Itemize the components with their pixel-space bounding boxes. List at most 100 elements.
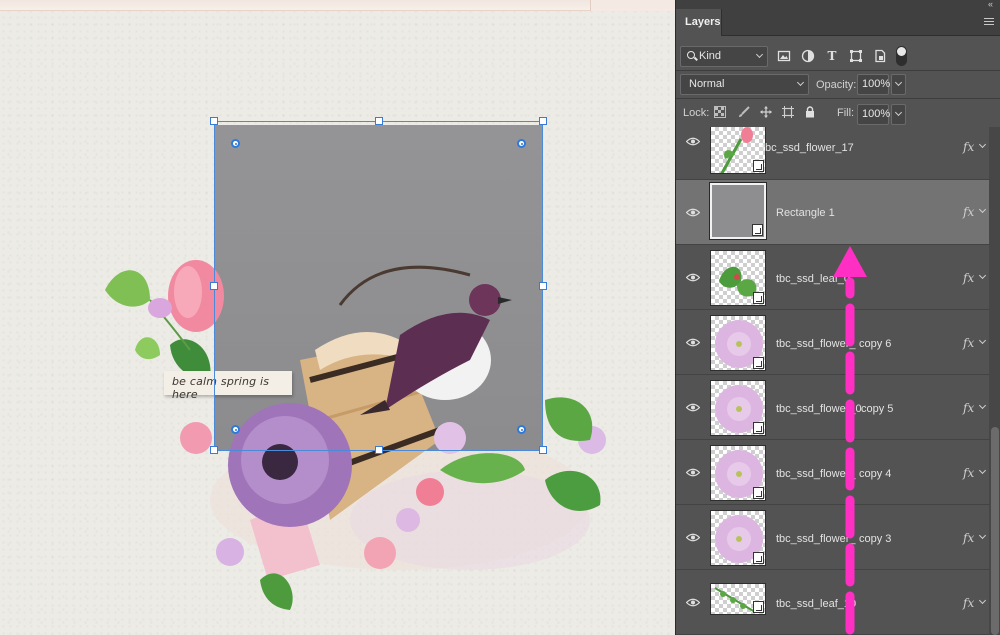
transform-handle-top-right[interactable]	[539, 117, 547, 125]
layer-thumbnail	[710, 445, 766, 501]
layer-name-suffix: copy 3	[859, 533, 892, 545]
chevron-down-icon[interactable]	[978, 205, 987, 214]
type-filter-icon[interactable]: T	[825, 49, 839, 63]
opacity-dropdown[interactable]	[891, 74, 906, 95]
transform-handle-bottom-center[interactable]	[375, 446, 383, 454]
chevron-down-icon[interactable]	[978, 466, 987, 475]
lock-all-icon[interactable]	[803, 106, 817, 120]
chevron-down-icon[interactable]	[978, 140, 987, 149]
layer-filter-row: Kind T	[676, 44, 1000, 70]
layer-effects-icon[interactable]: fx	[963, 596, 974, 610]
transform-handle-top-center[interactable]	[375, 117, 383, 125]
visibility-eye-icon[interactable]	[686, 403, 700, 412]
layer-name-suffix: copy 5	[861, 403, 894, 415]
transform-bounding-box[interactable]	[214, 121, 543, 451]
collapse-panels-icon[interactable]: «	[988, 0, 993, 9]
chevron-down-icon[interactable]	[978, 401, 987, 410]
search-icon	[687, 51, 695, 59]
layer-thumbnail	[710, 250, 766, 306]
layer-name[interactable]: tbc_ssd_leaf_10	[776, 598, 856, 610]
visibility-eye-icon[interactable]	[686, 533, 700, 542]
visibility-eye-icon[interactable]	[686, 338, 700, 347]
chevron-down-icon	[894, 78, 903, 87]
transform-handle-middle-right[interactable]	[539, 282, 547, 290]
chevron-down-icon[interactable]	[978, 596, 987, 605]
shape-filter-icon[interactable]	[849, 49, 863, 63]
layer-effects-icon[interactable]: fx	[963, 466, 974, 480]
layer-name[interactable]: tbc_ssd_leaf_0	[776, 273, 850, 285]
visibility-eye-icon[interactable]	[686, 468, 700, 477]
layer-thumbnail	[710, 510, 766, 566]
panel-dock-bar: «	[676, 0, 1000, 9]
layer-thumbnail	[709, 182, 767, 240]
layer-row[interactable]: tbc_ssd_flower_17 fx	[676, 127, 989, 180]
opacity-label: Opacity:	[816, 79, 857, 91]
blend-mode-value: Normal	[689, 78, 725, 90]
layer-name[interactable]: Rectangle 1	[776, 207, 835, 219]
layer-effects-icon[interactable]: fx	[963, 271, 974, 285]
scrollbar-thumb[interactable]	[991, 427, 999, 635]
chevron-down-icon[interactable]	[978, 271, 987, 280]
blend-mode-select[interactable]: Normal	[680, 74, 809, 95]
layer-thumbnail	[710, 583, 766, 615]
smart-object-icon	[753, 292, 764, 304]
layer-effects-icon[interactable]: fx	[963, 401, 974, 415]
layers-list[interactable]: tbc_ssd_flower_17 fx Rectangle 1 fx tbc_…	[676, 127, 989, 635]
lock-artboard-icon[interactable]	[781, 106, 795, 120]
transform-handle-middle-left[interactable]	[210, 282, 218, 290]
filter-type-select[interactable]: Kind	[680, 46, 768, 67]
visibility-eye-icon[interactable]	[686, 598, 700, 607]
corner-radius-handle-top-right[interactable]	[517, 139, 526, 148]
chevron-down-icon[interactable]	[978, 531, 987, 540]
visibility-eye-icon[interactable]	[686, 273, 700, 282]
image-filter-icon[interactable]	[777, 49, 791, 63]
panel-tab-bar: Layers	[676, 9, 1000, 36]
lock-row: Lock: Fill: 100%	[676, 100, 1000, 126]
layer-row[interactable]: tbc_ssd_flower_ copy 4 fx	[676, 440, 989, 505]
fill-dropdown[interactable]	[891, 104, 906, 125]
adjustment-filter-icon[interactable]	[801, 49, 815, 63]
fill-input[interactable]: 100%	[857, 104, 890, 125]
visibility-eye-icon[interactable]	[686, 208, 700, 217]
layer-row-selected[interactable]: Rectangle 1 fx	[676, 180, 989, 245]
lock-transparent-pixels-icon[interactable]	[713, 106, 727, 120]
layer-row[interactable]: tbc_ssd_flower_ copy 3 fx	[676, 505, 989, 570]
layer-row[interactable]: tbc_ssd_leaf_0 fx	[676, 245, 989, 310]
shape-layer-icon	[752, 224, 763, 236]
layer-name[interactable]: tbc_ssd_flower_	[776, 533, 856, 545]
chevron-down-icon	[755, 50, 764, 59]
transform-handle-bottom-right[interactable]	[539, 446, 547, 454]
layer-effects-icon[interactable]: fx	[963, 205, 974, 219]
layer-name-suffix: copy 6	[859, 338, 892, 350]
chevron-down-icon[interactable]	[978, 336, 987, 345]
layer-row[interactable]: tbc_ssd_flower_0 copy 5 fx	[676, 375, 989, 440]
transform-handle-bottom-left[interactable]	[210, 446, 218, 454]
corner-radius-handle-top-left[interactable]	[231, 139, 240, 148]
corner-radius-handle-bottom-right[interactable]	[517, 425, 526, 434]
layer-name[interactable]: tbc_ssd_flower_17	[762, 142, 854, 154]
filter-toggle-switch[interactable]	[896, 46, 907, 66]
layer-name[interactable]: tbc_ssd_flower_0	[776, 403, 862, 415]
layer-effects-icon[interactable]: fx	[963, 531, 974, 545]
layer-effects-icon[interactable]: fx	[963, 140, 974, 154]
document-canvas[interactable]: be calm spring is here	[0, 0, 675, 635]
tab-layers[interactable]: Layers	[676, 9, 722, 36]
layer-name[interactable]: tbc_ssd_flower_	[776, 468, 856, 480]
chevron-down-icon	[894, 108, 903, 117]
layer-name[interactable]: tbc_ssd_flower_	[776, 338, 856, 350]
layer-row[interactable]: tbc_ssd_leaf_10 fx	[676, 570, 989, 635]
visibility-eye-icon[interactable]	[686, 137, 700, 146]
lock-position-icon[interactable]	[759, 106, 773, 120]
layer-thumbnail	[710, 315, 766, 371]
layer-row[interactable]: tbc_ssd_flower_ copy 6 fx	[676, 310, 989, 375]
panel-menu-icon[interactable]	[984, 18, 994, 27]
transform-handle-top-left[interactable]	[210, 117, 218, 125]
layers-scrollbar[interactable]	[989, 127, 1000, 635]
corner-radius-handle-bottom-left[interactable]	[231, 425, 240, 434]
layer-effects-icon[interactable]: fx	[963, 336, 974, 350]
lock-image-pixels-icon[interactable]	[737, 106, 751, 120]
smart-object-icon	[753, 552, 764, 564]
smart-object-filter-icon[interactable]	[873, 49, 887, 63]
opacity-input[interactable]: 100%	[857, 74, 890, 95]
layers-panel: « Layers Kind T Normal Opacity: 100% Loc…	[675, 0, 1000, 635]
